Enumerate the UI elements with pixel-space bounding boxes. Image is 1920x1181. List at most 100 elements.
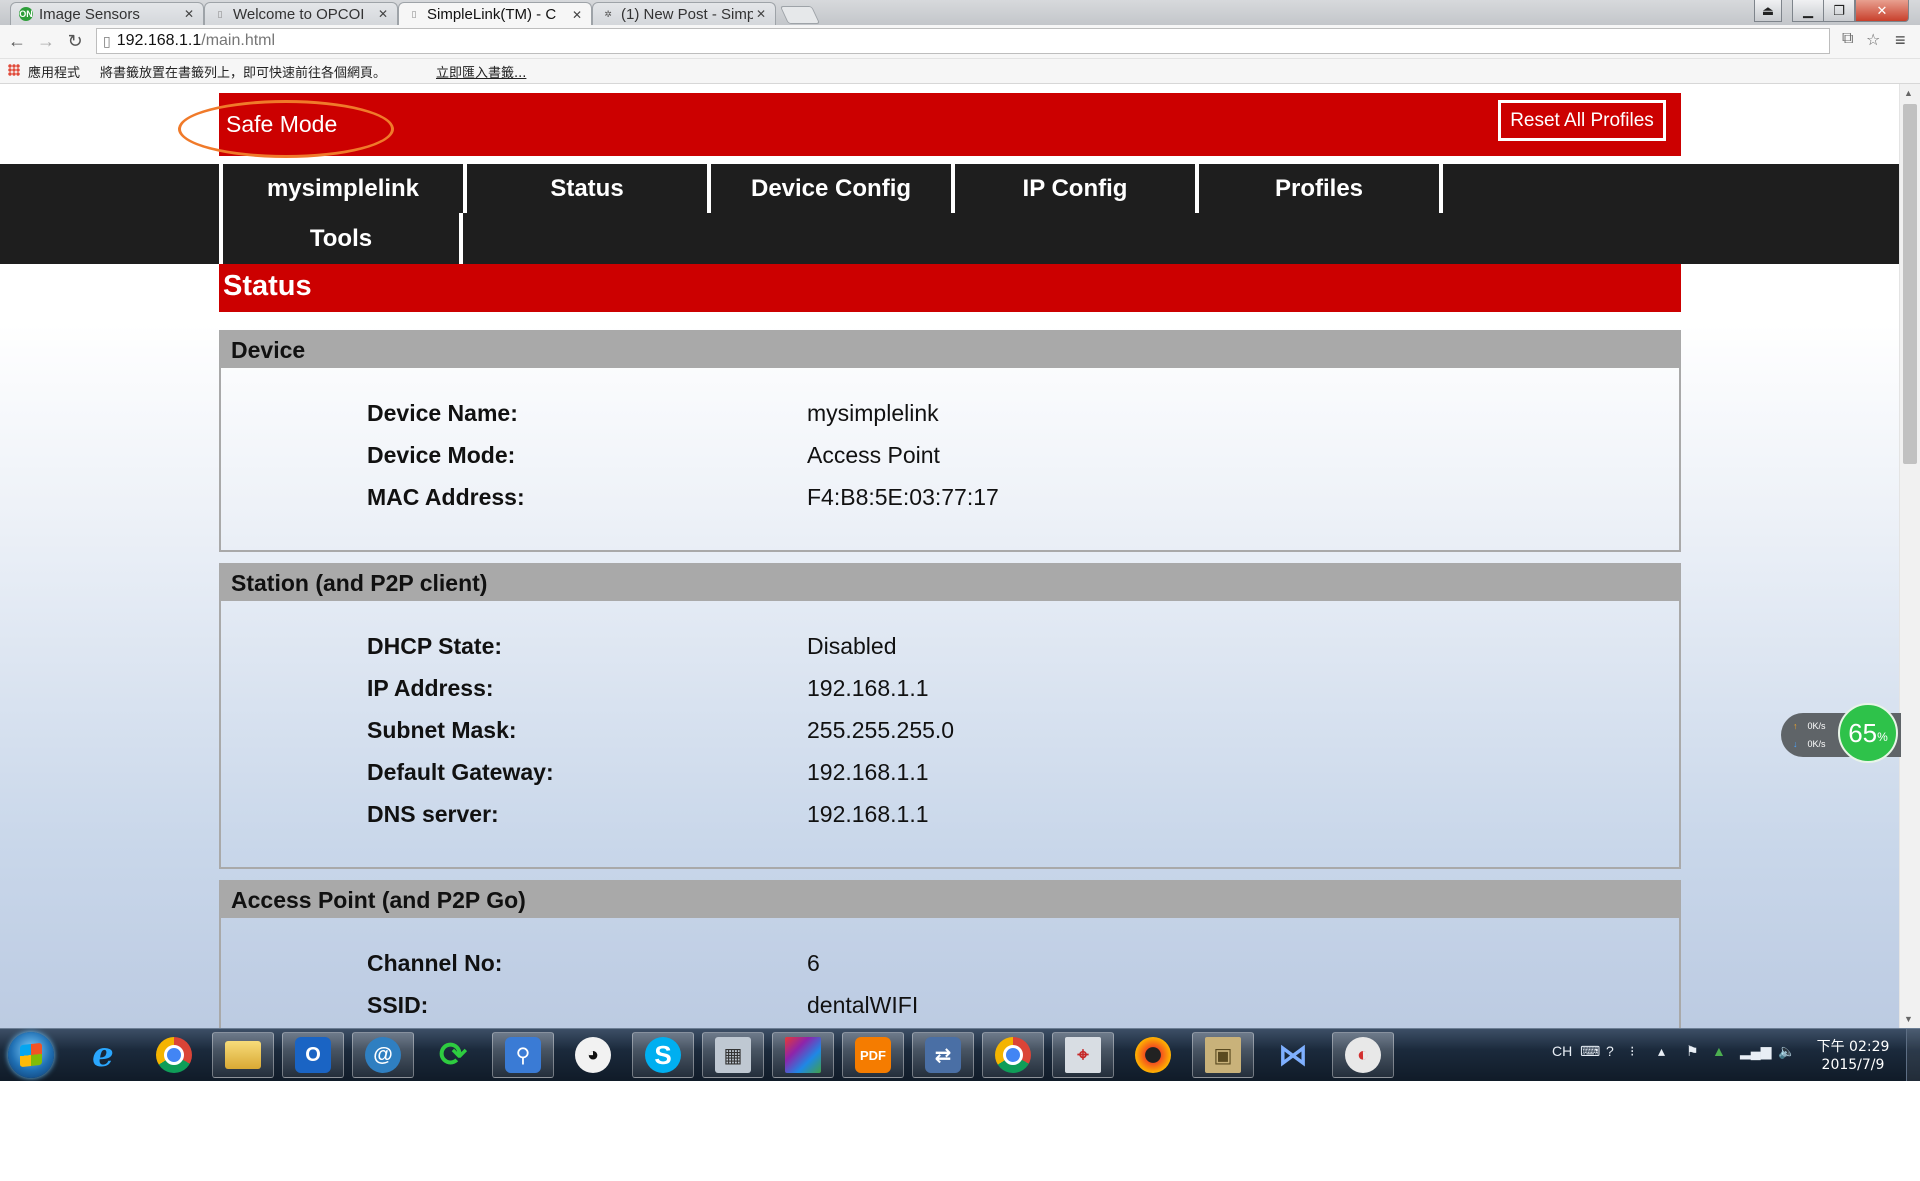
kv-value: 6 xyxy=(807,950,820,976)
minimize-icon[interactable]: ▁ xyxy=(1792,0,1824,22)
kv-label: Subnet Mask: xyxy=(367,717,517,743)
apps-grid-icon[interactable] xyxy=(8,64,20,76)
windows-logo-icon xyxy=(20,1042,42,1068)
reset-all-profiles-button[interactable]: Reset All Profiles xyxy=(1498,100,1666,141)
section-heading: Access Point (and P2P Go) xyxy=(221,882,1679,918)
page-viewport: Safe Mode Reset All Profiles mysimplelin… xyxy=(0,84,1899,1028)
language-indicator[interactable]: CH xyxy=(1552,1043,1572,1059)
outlook-icon[interactable]: O xyxy=(282,1032,344,1078)
bookmark-star-icon[interactable]: ☆ xyxy=(1866,30,1880,50)
volume-icon[interactable]: 🔈 xyxy=(1778,1043,1795,1060)
memory-usage-unit: % xyxy=(1877,730,1888,744)
help-icon[interactable]: ? xyxy=(1606,1043,1614,1059)
tab-title: (1) New Post - Simp xyxy=(621,5,753,23)
kv-value: 192.168.1.1 xyxy=(807,759,929,785)
new-tab-button[interactable] xyxy=(779,6,821,24)
pdf-icon[interactable]: PDF xyxy=(842,1032,904,1078)
scroll-up-arrow-icon[interactable]: ▲ xyxy=(1904,88,1913,98)
page-favicon-icon: ▯ xyxy=(217,8,223,19)
paint-icon[interactable]: ◐ xyxy=(1332,1032,1394,1078)
url-path: /main.html xyxy=(201,32,276,49)
action-center-flag-icon[interactable]: ⚑ xyxy=(1686,1043,1699,1060)
color-app-icon[interactable] xyxy=(772,1032,834,1078)
page-info-icon: ▯ xyxy=(103,32,111,49)
panda-icon[interactable]: ◕ xyxy=(562,1032,624,1078)
section-heading: Device xyxy=(221,332,1679,368)
keyboard-icon[interactable]: ⌨ xyxy=(1580,1043,1600,1060)
kv-value: dentalWIFI xyxy=(807,992,919,1018)
tab-title: Image Sensors xyxy=(39,5,140,23)
restore-icon[interactable]: ❐ xyxy=(1823,0,1855,22)
close-window-icon[interactable]: ✕ xyxy=(1855,0,1909,22)
upload-rate: ↑ 0K/s xyxy=(1793,721,1826,731)
back-arrow-icon[interactable]: ← xyxy=(6,29,28,53)
nav-status[interactable]: Status xyxy=(463,164,707,213)
device-section: Device Device Name: mysimplelink Device … xyxy=(219,330,1681,552)
nav-ip-config[interactable]: IP Config xyxy=(951,164,1195,213)
browser-toolbar: ← → ↻ ▯ 192.168.1.1/main.html ⧉ ☆ ≡ xyxy=(0,25,1920,59)
reload-icon[interactable]: ↻ xyxy=(64,29,86,53)
tab-close-icon[interactable]: ✕ xyxy=(181,7,197,21)
calculator-icon[interactable]: ▦ xyxy=(702,1032,764,1078)
browser-titlebar: ON Image Sensors ✕ ▯ Welcome to OPCOI ✕ … xyxy=(0,0,1920,26)
profile-icon[interactable]: ⏏ xyxy=(1754,0,1782,22)
screen-capture-icon[interactable]: ⌖ xyxy=(1052,1032,1114,1078)
tab-new-post[interactable]: ✲ (1) New Post - Simp ✕ xyxy=(592,2,776,25)
nav-mysimplelink[interactable]: mysimplelink xyxy=(219,164,463,213)
network-setup-icon[interactable]: ⇄ xyxy=(912,1032,974,1078)
memory-usage-badge[interactable]: 65% xyxy=(1838,703,1898,763)
kv-row-ip-address: IP Address: 192.168.1.1 xyxy=(221,675,1679,715)
magnifier-icon[interactable]: ⚲ xyxy=(492,1032,554,1078)
package-icon[interactable]: ▣ xyxy=(1192,1032,1254,1078)
page-scrollbar[interactable]: ▲ ▼ xyxy=(1899,84,1920,1028)
nav-tools[interactable]: Tools xyxy=(219,213,463,264)
screen-bottom-margin xyxy=(0,1081,1920,1181)
chrome-running-icon[interactable] xyxy=(982,1032,1044,1078)
nav-device-config[interactable]: Device Config xyxy=(707,164,951,213)
bookmarks-bar: 應用程式 將書籤放置在書籤列上，即可快速前往各個網頁。 立即匯入書籤... xyxy=(0,59,1920,84)
bookmarks-hint: 將書籤放置在書籤列上，即可快速前往各個網頁。 xyxy=(100,66,387,81)
kv-row-dhcp-state: DHCP State: Disabled xyxy=(221,633,1679,673)
network-signal-icon[interactable]: ▂▄▆ xyxy=(1740,1043,1771,1060)
page-title: Status xyxy=(223,270,312,302)
address-bar[interactable]: ▯ 192.168.1.1/main.html xyxy=(96,28,1830,54)
show-desktop-button[interactable] xyxy=(1906,1029,1920,1081)
skype-icon[interactable]: S xyxy=(632,1032,694,1078)
tab-close-icon[interactable]: ✕ xyxy=(375,7,391,21)
tab-image-sensors[interactable]: ON Image Sensors ✕ xyxy=(10,2,204,25)
google-drive-icon[interactable]: ▲ xyxy=(1712,1043,1726,1059)
screen: ON Image Sensors ✕ ▯ Welcome to OPCOI ✕ … xyxy=(0,0,1920,1181)
kv-label: Default Gateway: xyxy=(367,759,554,785)
start-button[interactable] xyxy=(8,1032,54,1078)
chrome-icon[interactable] xyxy=(143,1032,205,1078)
tab-close-icon[interactable]: ✕ xyxy=(753,7,769,21)
tab-title: Welcome to OPCOI xyxy=(233,5,365,23)
network-tool-icon[interactable]: @ xyxy=(352,1032,414,1078)
sync-icon[interactable]: ⟳ xyxy=(422,1032,484,1078)
tab-welcome-opcoi[interactable]: ▯ Welcome to OPCOI ✕ xyxy=(204,2,398,25)
kv-row-ssid: SSID: dentalWIFI xyxy=(221,992,1679,1028)
nav-profiles[interactable]: Profiles xyxy=(1195,164,1443,213)
internet-explorer-icon[interactable]: e xyxy=(72,1032,134,1078)
scroll-down-arrow-icon[interactable]: ▼ xyxy=(1904,1014,1913,1024)
taskbar-clock[interactable]: 下午 02:29 2015/7/9 xyxy=(1808,1038,1898,1074)
kv-row-subnet-mask: Subnet Mask: 255.255.255.0 xyxy=(221,717,1679,757)
loading-spinner-icon: ✲ xyxy=(604,8,612,19)
forward-arrow-icon[interactable]: → xyxy=(35,29,57,53)
visual-studio-icon[interactable]: ⋈ xyxy=(1262,1032,1324,1078)
main-nav: mysimplelink Status Device Config IP Con… xyxy=(0,164,1899,264)
kv-row-channel-no: Channel No: 6 xyxy=(221,950,1679,990)
tab-close-icon[interactable]: ✕ xyxy=(569,8,585,22)
scroll-thumb[interactable] xyxy=(1903,104,1917,464)
file-explorer-icon[interactable] xyxy=(212,1032,274,1078)
apps-shortcut[interactable]: 應用程式 xyxy=(28,62,80,81)
status-title-band xyxy=(219,264,1681,312)
header-band xyxy=(219,93,1681,156)
import-bookmarks-link[interactable]: 立即匯入書籤... xyxy=(436,62,526,81)
translate-icon[interactable]: ⧉ xyxy=(1842,30,1853,48)
menu-icon[interactable]: ≡ xyxy=(1895,30,1906,51)
media-player-icon[interactable] xyxy=(1122,1032,1184,1078)
show-hidden-icons-icon[interactable]: ▴ xyxy=(1658,1043,1665,1060)
tab-simplelink[interactable]: ▯ SimpleLink(TM) - C ✕ xyxy=(398,2,592,26)
ime-settings-icon[interactable]: ⁝ xyxy=(1630,1043,1634,1060)
